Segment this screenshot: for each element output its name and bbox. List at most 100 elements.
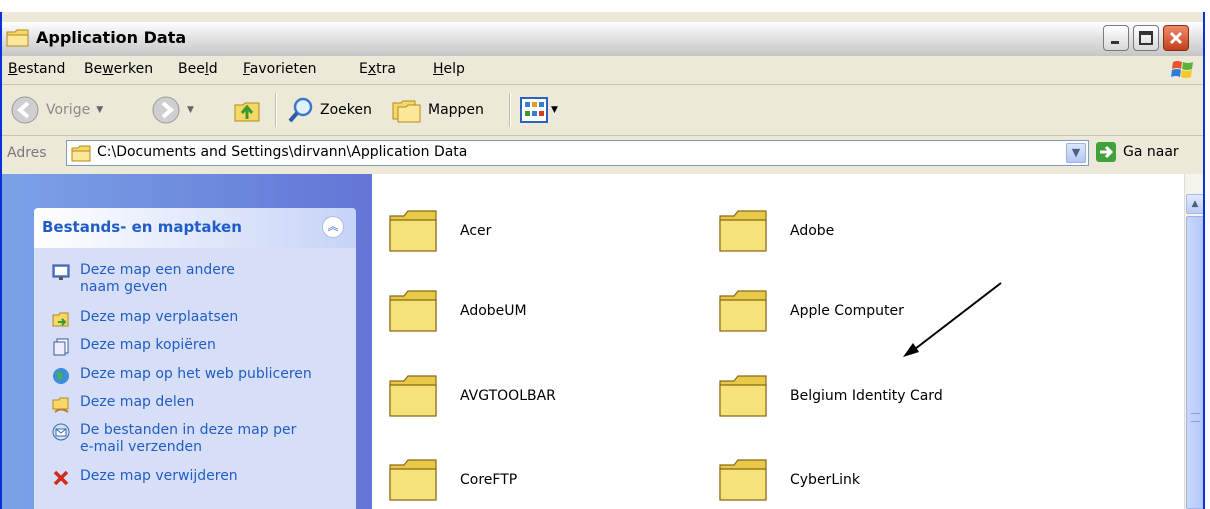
task-label: Deze map verplaatsen xyxy=(80,309,239,325)
forward-button[interactable]: ▼ xyxy=(151,94,194,126)
share-icon xyxy=(52,397,69,413)
folder-label: CoreFTP xyxy=(460,472,518,488)
task-share[interactable]: Deze map delen xyxy=(52,394,194,413)
folder-icon xyxy=(389,290,437,332)
email-icon xyxy=(52,423,70,441)
toolbar-separator xyxy=(275,93,277,127)
maximize-button[interactable] xyxy=(1133,25,1159,51)
folder-item[interactable]: Acer xyxy=(388,208,491,254)
task-copy[interactable]: Deze map kopiëren xyxy=(52,337,216,356)
task-label: Deze map delen xyxy=(80,394,195,410)
minimize-button[interactable] xyxy=(1103,25,1129,51)
views-button[interactable]: ▼ xyxy=(519,94,558,126)
task-label: Deze map een andere naam geven xyxy=(80,262,235,295)
web-publish-icon xyxy=(53,368,69,384)
task-move[interactable]: Deze map verplaatsen xyxy=(52,309,238,328)
folder-icon xyxy=(389,210,437,252)
menu-favorieten[interactable]: Favorieten xyxy=(243,61,316,77)
go-button[interactable]: Ga naar xyxy=(1095,141,1179,163)
search-icon xyxy=(288,97,313,123)
menu-extra[interactable]: Extra xyxy=(359,61,396,77)
folder-item[interactable]: Belgium Identity Card xyxy=(718,373,943,419)
menu-beeld[interactable]: Beeld xyxy=(178,61,218,77)
minimize-icon xyxy=(1111,41,1119,44)
task-delete[interactable]: Deze map verwijderen xyxy=(52,468,238,487)
back-arrow-icon xyxy=(11,96,39,124)
folder-icon xyxy=(719,210,767,252)
grip-icon xyxy=(1191,413,1200,422)
folders-button[interactable]: Mappen xyxy=(390,94,484,126)
folder-label: AVGTOOLBAR xyxy=(460,388,556,404)
views-icon xyxy=(520,97,548,123)
folder-icon xyxy=(719,375,767,417)
folder-item[interactable]: Adobe xyxy=(718,208,834,254)
address-dropdown-button[interactable]: ▼ xyxy=(1066,143,1086,163)
folder-icon xyxy=(389,459,437,501)
task-label: Deze map kopiëren xyxy=(80,337,216,353)
chevron-up-icon: ︽ xyxy=(327,220,339,233)
delete-icon xyxy=(53,470,69,486)
folder-item[interactable]: CyberLink xyxy=(718,457,860,503)
tasks-panel: Bestands- en maptaken ︽ Deze map een and… xyxy=(34,208,356,509)
vertical-scrollbar[interactable]: ▲ xyxy=(1184,174,1203,509)
folder-item[interactable]: AdobeUM xyxy=(388,288,527,334)
menu-bestand[interactable]: Bestand xyxy=(8,61,65,77)
folder-icon xyxy=(6,29,29,47)
folder-item[interactable]: AVGTOOLBAR xyxy=(388,373,556,419)
address-path: C:\Documents and Settings\dirvann\Applic… xyxy=(97,144,468,160)
close-icon xyxy=(1169,31,1183,45)
explorer-window: Application Data Bestand Bewerken Beeld … xyxy=(0,12,1205,509)
menu-help[interactable]: Help xyxy=(433,61,465,77)
task-label: De bestanden in deze map per e-mail verz… xyxy=(80,422,297,455)
task-email[interactable]: De bestanden in deze map per e-mail verz… xyxy=(52,422,310,456)
forward-arrow-icon xyxy=(152,96,180,124)
chevron-down-icon[interactable]: ▼ xyxy=(187,105,194,115)
up-folder-button[interactable] xyxy=(232,94,262,126)
task-label: Deze map op het web publiceren xyxy=(80,366,312,382)
search-button[interactable]: Zoeken xyxy=(286,94,372,126)
chevron-down-icon[interactable]: ▼ xyxy=(96,105,103,115)
address-input[interactable]: C:\Documents and Settings\dirvann\Applic… xyxy=(66,140,1089,166)
title-bar[interactable]: Application Data xyxy=(2,22,1203,57)
windows-logo-icon xyxy=(1171,61,1193,78)
chevron-down-icon[interactable]: ▼ xyxy=(551,105,558,115)
folder-item[interactable]: CoreFTP xyxy=(388,457,517,503)
folder-item[interactable]: Apple Computer xyxy=(718,288,904,334)
folders-label: Mappen xyxy=(428,102,484,118)
folder-icon xyxy=(71,145,91,162)
back-button[interactable]: Vorige ▼ xyxy=(10,94,103,126)
folders-icon xyxy=(392,100,421,123)
toolbar-separator xyxy=(509,93,511,127)
go-arrow-icon xyxy=(1096,142,1116,162)
menu-bewerken[interactable]: Bewerken xyxy=(84,61,153,77)
rename-icon xyxy=(52,264,70,280)
address-label: Adres xyxy=(7,145,47,161)
task-pane: Bestands- en maptaken ︽ Deze map een and… xyxy=(2,174,372,509)
search-label: Zoeken xyxy=(320,102,372,118)
tasks-panel-title: Bestands- en maptaken xyxy=(42,218,242,236)
maximize-icon xyxy=(1139,31,1153,45)
tasks-panel-header[interactable]: Bestands- en maptaken ︽ xyxy=(34,208,356,248)
chevron-up-icon: ▲ xyxy=(1191,199,1199,209)
task-rename[interactable]: Deze map een andere naam geven xyxy=(52,262,270,296)
folder-icon xyxy=(719,290,767,332)
copy-icon xyxy=(53,338,69,356)
toolbar: Vorige ▼ ▼ Zoeken Mappen ▼ xyxy=(2,85,1203,136)
folder-label: Belgium Identity Card xyxy=(790,388,943,404)
folder-icon xyxy=(719,459,767,501)
folder-label: Adobe xyxy=(790,223,835,239)
folder-label: Apple Computer xyxy=(790,303,904,319)
task-publish[interactable]: Deze map op het web publiceren xyxy=(52,366,312,385)
folder-label: AdobeUM xyxy=(460,303,527,319)
up-folder-icon xyxy=(234,102,260,122)
folder-icon xyxy=(389,375,437,417)
folder-view: Acer Adobe AdobeUM Apple Computer AVGTOO… xyxy=(372,174,1184,509)
scrollbar-thumb[interactable] xyxy=(1186,216,1203,509)
chevron-down-icon: ▼ xyxy=(1071,146,1081,159)
close-button[interactable] xyxy=(1163,25,1189,51)
scroll-up-button[interactable]: ▲ xyxy=(1186,194,1203,214)
back-label: Vorige xyxy=(46,102,91,118)
collapse-button[interactable]: ︽ xyxy=(322,216,344,238)
move-icon xyxy=(52,312,69,327)
go-label: Ga naar xyxy=(1123,144,1179,160)
